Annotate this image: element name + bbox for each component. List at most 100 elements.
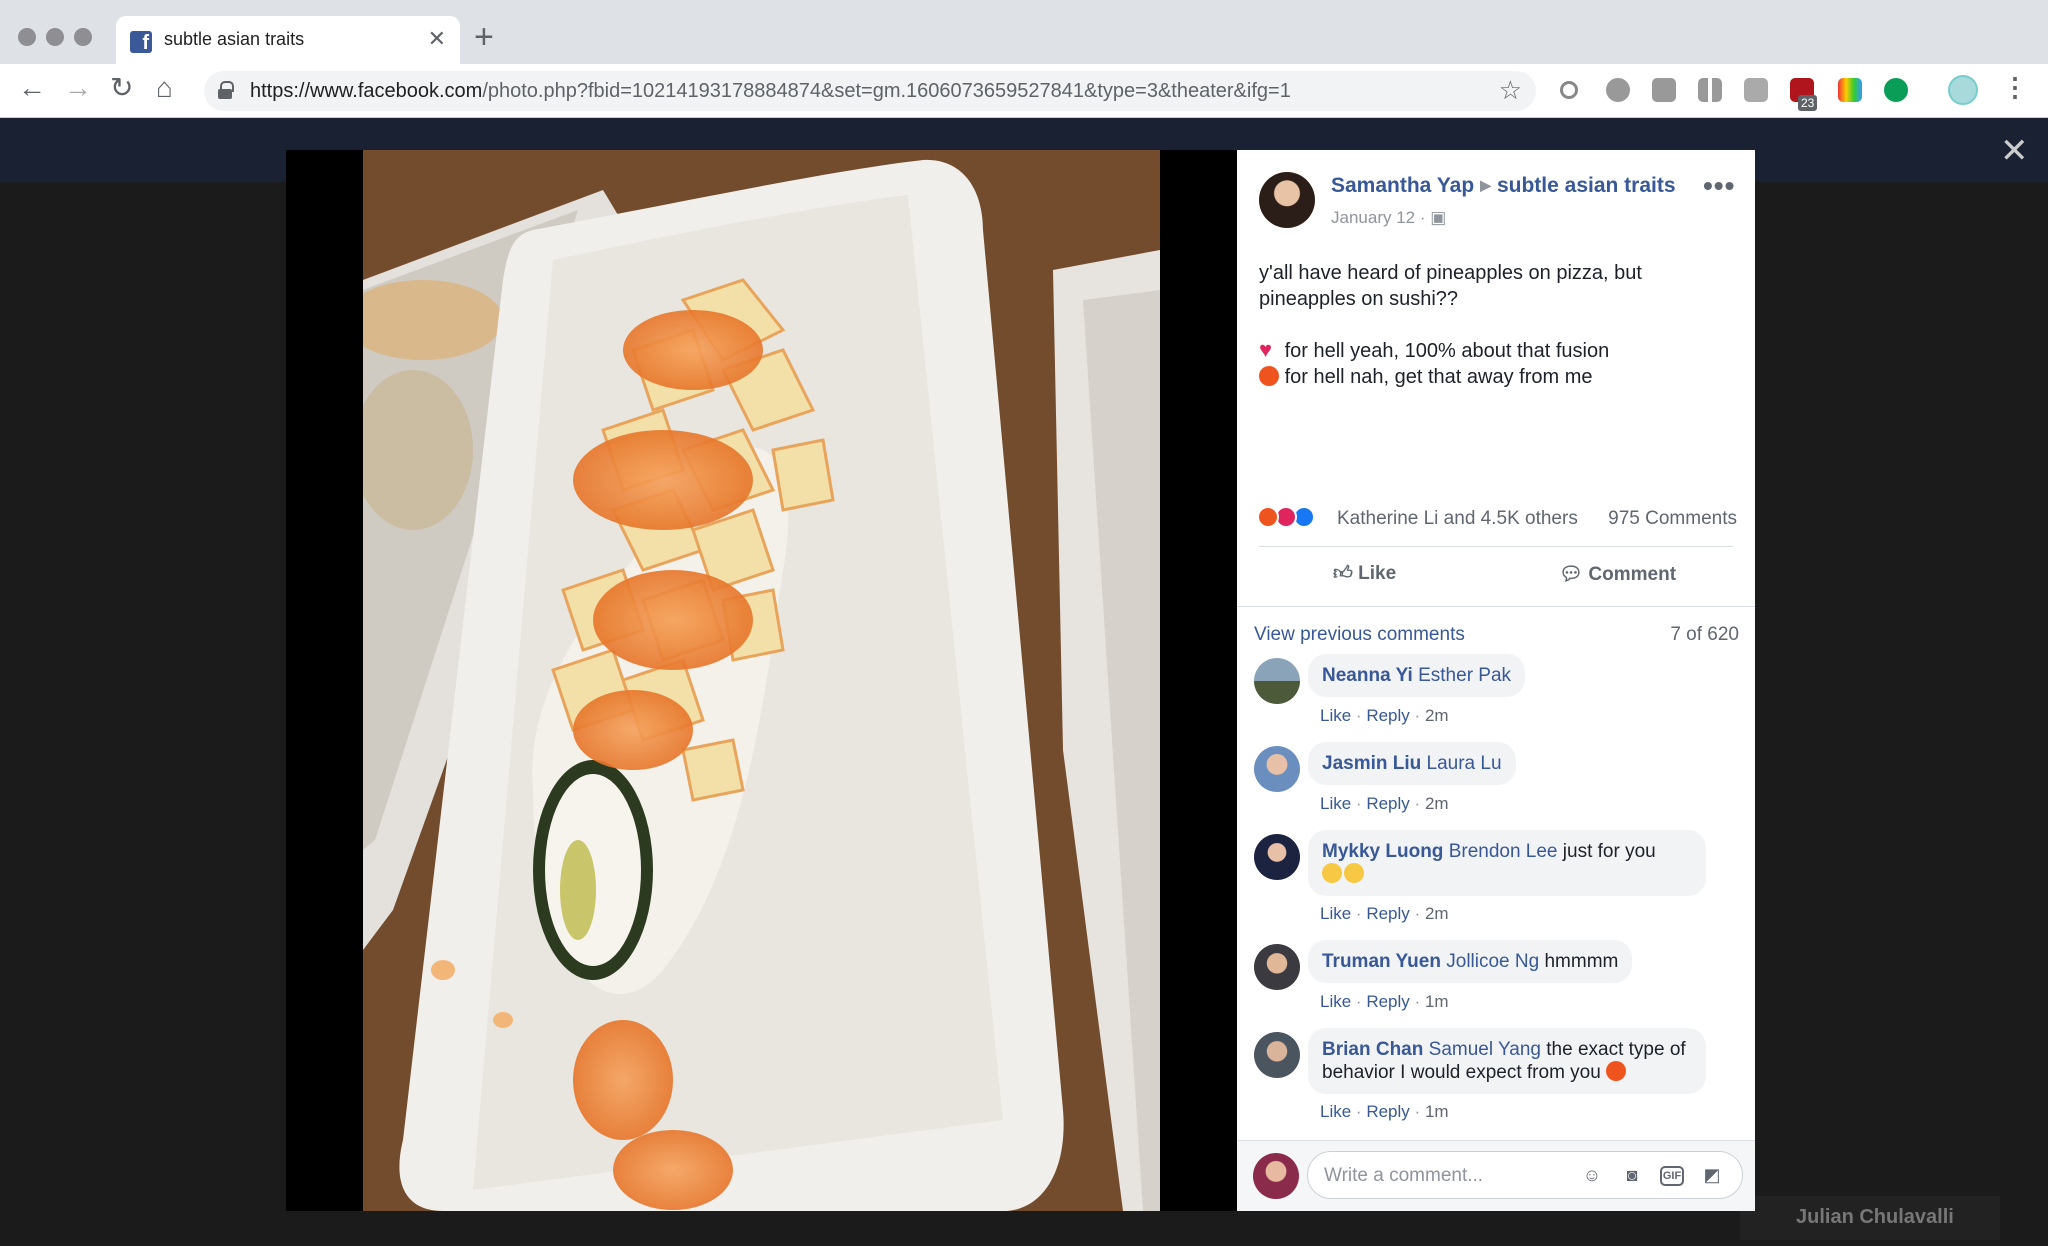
comment-like-link[interactable]: Like — [1320, 1102, 1351, 1121]
extension-green-icon[interactable] — [1884, 78, 1908, 102]
comment-like-link[interactable]: Like — [1320, 992, 1351, 1011]
thumbs-up-icon: 👍︎ — [1333, 563, 1353, 584]
commenter-avatar[interactable] — [1254, 746, 1300, 792]
extension-discord-icon[interactable] — [1606, 78, 1630, 102]
comments-count[interactable]: 975 Comments — [1608, 508, 1737, 530]
post-header: Samantha Yap ▶ subtle asian traits — [1331, 174, 1676, 198]
group-name[interactable]: subtle asian traits — [1497, 174, 1676, 197]
window-close-button[interactable] — [18, 28, 36, 46]
extension-chat-icon[interactable] — [1744, 78, 1768, 102]
commenter-avatar[interactable] — [1254, 944, 1300, 990]
comment-tag[interactable]: Brendon Lee — [1449, 841, 1558, 862]
comment-like-link[interactable]: Like — [1320, 794, 1351, 813]
address-bar[interactable]: https://www.facebook.com/photo.php?fbid=… — [204, 71, 1536, 111]
comment-button[interactable]: 💬︎ Comment — [1559, 562, 1676, 586]
gif-icon[interactable]: GIF — [1660, 1166, 1684, 1186]
browser-menu-icon[interactable]: ⋮ — [2002, 72, 2028, 103]
comment-tag[interactable]: Jollicoe Ng — [1446, 951, 1539, 972]
sushi-photo — [363, 150, 1160, 1211]
theater-close-icon[interactable]: ✕ — [2000, 134, 2029, 168]
bookmark-star-icon[interactable]: ☆ — [1499, 75, 1522, 106]
post-panel: Samantha Yap ▶ subtle asian traits January… — [1237, 150, 1755, 1211]
comment-time[interactable]: 1m — [1425, 1102, 1449, 1121]
smirk-emoji-icon — [1322, 863, 1342, 883]
comment-author[interactable]: Mykky Luong — [1322, 841, 1443, 862]
browser-chrome: f subtle asian traits ✕ + ← → ↻ ⌂ https:… — [0, 0, 2048, 118]
emoji-icon[interactable]: ☺ — [1580, 1164, 1604, 1188]
window-zoom-button[interactable] — [74, 28, 92, 46]
comment-bubble: Jasmin Liu Laura Lu — [1308, 742, 1516, 785]
back-icon[interactable]: ← — [18, 74, 46, 102]
forward-icon[interactable]: → — [64, 74, 92, 102]
chat-tab[interactable]: Julian Chulavalli — [1740, 1196, 2000, 1240]
comment-time[interactable]: 2m — [1425, 904, 1449, 923]
comment-meta: Like · Reply · 1m — [1320, 992, 1449, 1011]
angry-emoji-icon — [1259, 366, 1279, 386]
commenter-avatar[interactable] — [1254, 1032, 1300, 1078]
extension-grid-icon[interactable] — [1698, 78, 1722, 102]
camera-icon[interactable]: ◙ — [1620, 1164, 1644, 1188]
reaction-names[interactable]: Katherine Li and 4.5K others — [1337, 508, 1578, 530]
sticker-icon[interactable]: ◩ — [1700, 1164, 1724, 1188]
comment-time[interactable]: 2m — [1425, 794, 1449, 813]
url-text: https://www.facebook.com/photo.php?fbid=… — [250, 80, 1291, 102]
comment-author[interactable]: Neanna Yi — [1322, 665, 1413, 686]
post-photo[interactable] — [363, 150, 1160, 1211]
browser-tab[interactable]: f subtle asian traits ✕ — [116, 16, 460, 64]
comment-author[interactable]: Truman Yuen — [1322, 951, 1441, 972]
comment-bubble: Brian Chan Samuel Yang the exact type of… — [1308, 1028, 1706, 1094]
like-button[interactable]: 👍︎ Like — [1333, 562, 1396, 585]
window-minimize-button[interactable] — [46, 28, 64, 46]
extension-badge: 23 — [1798, 95, 1818, 111]
comment-time[interactable]: 2m — [1425, 706, 1449, 725]
comments-page-count: 7 of 620 — [1670, 624, 1739, 645]
tab-close-icon[interactable]: ✕ — [428, 26, 446, 52]
post-text: y'all have heard of pineapples on pizza,… — [1259, 260, 1729, 390]
comment-meta: Like · Reply · 2m — [1320, 706, 1449, 725]
author-name[interactable]: Samantha Yap — [1331, 174, 1474, 197]
comment-reply-link[interactable]: Reply — [1366, 1102, 1409, 1121]
divider — [1237, 606, 1755, 607]
author-avatar[interactable] — [1259, 172, 1315, 228]
comment-composer: Write a comment... ☺ ◙ GIF ◩ — [1237, 1140, 1755, 1211]
comment-tag[interactable]: Laura Lu — [1427, 753, 1502, 774]
extension-color-icon[interactable] — [1838, 78, 1862, 102]
comment-bubble: Mykky Luong Brendon Lee just for you — [1308, 830, 1706, 896]
lock-icon — [218, 81, 234, 99]
option-love: ♥ for hell yeah, 100% about that fusion — [1259, 337, 1610, 363]
comment-input[interactable]: Write a comment... ☺ ◙ GIF ◩ — [1307, 1151, 1743, 1199]
comment-reply-link[interactable]: Reply — [1366, 904, 1409, 923]
smirk-emoji-icon — [1344, 863, 1364, 883]
group-audience-icon: ▣ — [1430, 208, 1447, 227]
angry-reaction-icon[interactable] — [1257, 506, 1279, 528]
comment-reply-link[interactable]: Reply — [1366, 794, 1409, 813]
comment-text: just for you — [1562, 841, 1656, 862]
heart-emoji-icon: ♥ — [1259, 337, 1273, 362]
comment-meta: Like · Reply · 2m — [1320, 904, 1449, 923]
comment-tag[interactable]: Esther Pak — [1418, 665, 1511, 686]
comment-like-link[interactable]: Like — [1320, 904, 1351, 923]
commenter-avatar[interactable] — [1254, 658, 1300, 704]
comment-time[interactable]: 1m — [1425, 992, 1449, 1011]
home-icon[interactable]: ⌂ — [156, 74, 173, 102]
reload-icon[interactable]: ↻ — [110, 74, 133, 102]
comment-like-link[interactable]: Like — [1320, 706, 1351, 725]
extension-gray-icon[interactable] — [1652, 78, 1676, 102]
angry-emoji-icon — [1606, 1061, 1627, 1081]
current-user-avatar — [1253, 1153, 1299, 1199]
comment-reply-link[interactable]: Reply — [1366, 706, 1409, 725]
commenter-avatar[interactable] — [1254, 834, 1300, 880]
comment-author[interactable]: Jasmin Liu — [1322, 753, 1421, 774]
comment-bubble: Neanna Yi Esther Pak — [1308, 654, 1526, 697]
profile-avatar[interactable] — [1948, 75, 1978, 105]
extension-circle-icon[interactable] — [1560, 81, 1578, 99]
comment-author[interactable]: Brian Chan — [1322, 1039, 1423, 1060]
post-date-link[interactable]: January 12 — [1331, 208, 1415, 227]
new-tab-icon[interactable]: + — [474, 20, 494, 54]
post-date: January 12 · ▣ — [1331, 208, 1447, 227]
comment-placeholder: Write a comment... — [1324, 1165, 1484, 1186]
comment-tag[interactable]: Samuel Yang — [1429, 1039, 1541, 1060]
view-previous-comments-link[interactable]: View previous comments — [1254, 624, 1465, 646]
more-options-icon[interactable]: ••• — [1703, 170, 1735, 202]
comment-reply-link[interactable]: Reply — [1366, 992, 1409, 1011]
